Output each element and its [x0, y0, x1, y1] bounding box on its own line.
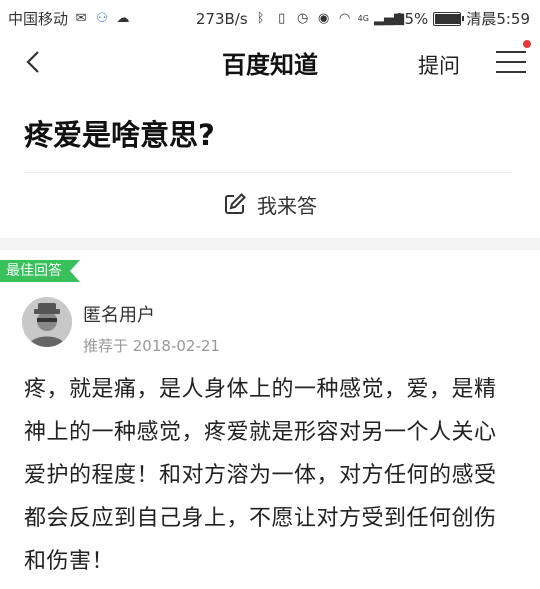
- network-type: 4G: [357, 14, 369, 23]
- message-icon: ✉: [75, 10, 87, 26]
- signal-icon: ▂▄▆: [373, 10, 404, 26]
- avatar[interactable]: [22, 297, 72, 347]
- status-right: 273B/s ᛒ ▯ ◷ ◉ ◠ 4G ▂▄▆ 95% 清晨5:59: [196, 8, 530, 29]
- notification-dot: [523, 40, 531, 48]
- battery-icon: [433, 11, 465, 26]
- battery-fill: [435, 13, 460, 24]
- top-nav: 百度知道 提问: [0, 34, 540, 90]
- network-speed: 273B/s: [195, 9, 248, 28]
- clock: 清晨5:59: [466, 10, 530, 28]
- user-name[interactable]: 匿名用户: [83, 301, 155, 327]
- write-answer-label: 我来答: [257, 193, 317, 218]
- bluetooth-icon: ᛒ: [256, 10, 265, 26]
- menu-icon[interactable]: [496, 50, 526, 74]
- status-bar: 中国移动 ✉ ⚇ ☁ 273B/s ᛒ ▯ ◷ ◉ ◠ 4G ▂▄▆ 95% 清…: [0, 0, 540, 34]
- best-answer-badge: 最佳回答: [0, 260, 80, 282]
- battery-percent: 95%: [394, 9, 429, 28]
- app-notification-icon: ⚇: [96, 10, 108, 26]
- divider: [24, 172, 512, 173]
- edit-icon: [225, 193, 246, 214]
- answer-body: 疼，就是痛，是人身体上的一种感觉，爱，是精神上的一种感觉，疼爱就是形容对另一个人…: [24, 377, 497, 574]
- wifi-icon: ◠: [339, 10, 351, 26]
- write-answer-button[interactable]: 我来答: [0, 186, 540, 222]
- wechat-icon: ☁: [116, 10, 130, 26]
- section-gap: [0, 238, 540, 250]
- vibrate-icon: ▯: [278, 10, 286, 26]
- recommend-date: 推荐于 2018-02-21: [83, 337, 220, 355]
- status-left: 中国移动 ✉ ⚇ ☁: [8, 8, 131, 29]
- alarm-icon: ◷: [297, 10, 309, 26]
- question-title: 疼爱是啥意思?: [24, 118, 215, 152]
- ask-question-button[interactable]: 提问: [418, 50, 460, 80]
- eye-comfort-icon: ◉: [318, 10, 330, 26]
- carrier-name: 中国移动: [8, 10, 69, 28]
- anonymous-user-icon: [22, 297, 72, 347]
